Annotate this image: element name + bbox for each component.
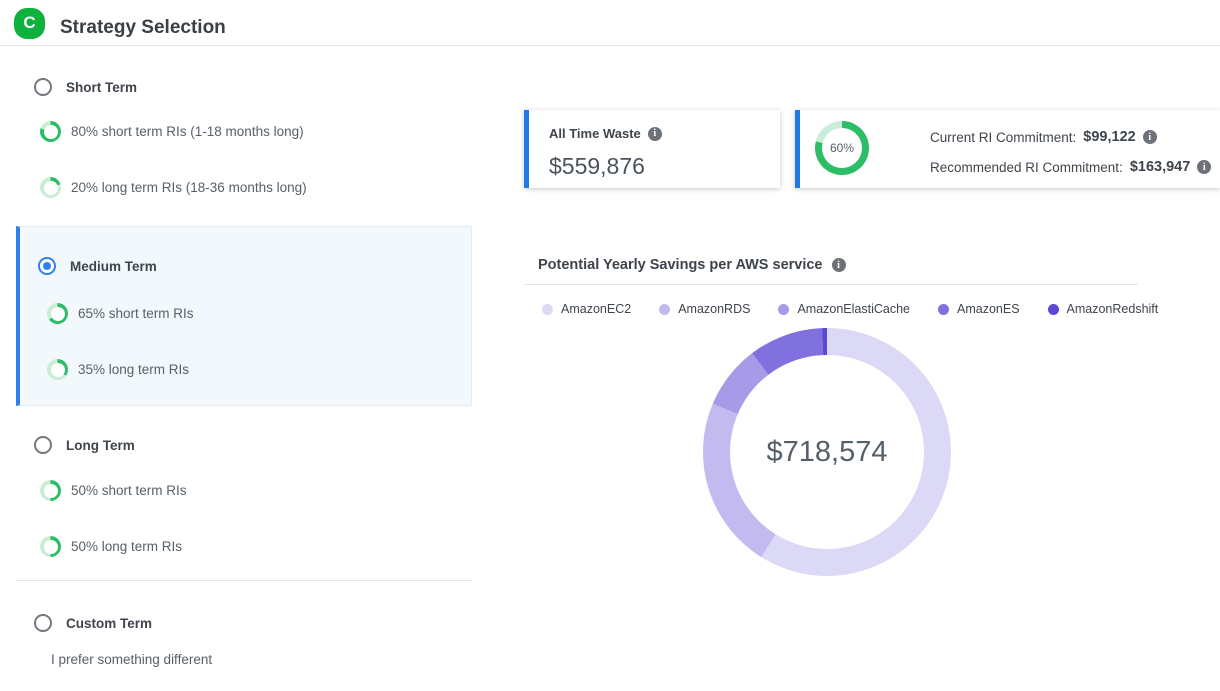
legend-item-amazones[interactable]: AmazonES xyxy=(938,302,1020,316)
info-icon[interactable]: i xyxy=(1143,130,1157,144)
legend-item-amazonelasticache[interactable]: AmazonElastiCache xyxy=(778,302,910,316)
chart-title: Potential Yearly Savings per AWS service xyxy=(538,257,823,273)
legend-dot xyxy=(1048,304,1059,315)
strategy-long-term[interactable]: Long Term xyxy=(34,436,135,454)
legend-label: AmazonRedshift xyxy=(1067,302,1159,316)
option-medium-term-1: 65% short term RIs xyxy=(47,303,194,324)
current-ri-commitment-label: Current RI Commitment: xyxy=(930,130,1076,145)
progress-ring-65 xyxy=(47,303,68,324)
strategy-medium-term[interactable]: Medium Term xyxy=(38,257,157,275)
option-medium-term-2: 35% long term RIs xyxy=(47,359,189,380)
recommended-ri-commitment-value: $163,947 xyxy=(1130,159,1190,175)
page-title: Strategy Selection xyxy=(60,17,226,39)
ri-commitment-card: 60% Current RI Commitment: $99,122 i Rec… xyxy=(795,110,1220,188)
strategy-medium-term-panel[interactable]: Medium Term 65% short term RIs 35% long … xyxy=(16,226,472,406)
current-ri-commitment-value: $99,122 xyxy=(1083,129,1135,145)
progress-ring-35 xyxy=(47,359,68,380)
progress-ring-80 xyxy=(40,121,61,142)
strategy-short-term[interactable]: Short Term xyxy=(34,78,137,96)
progress-ring-20 xyxy=(40,177,61,198)
option-text: 65% short term RIs xyxy=(78,306,194,321)
commitment-gauge-label: 60% xyxy=(815,121,869,175)
chart-legend: AmazonEC2 AmazonRDS AmazonElastiCache Am… xyxy=(542,302,1158,316)
option-text: 50% long term RIs xyxy=(71,539,182,554)
strategy-label-long-term: Long Term xyxy=(66,438,135,453)
option-text: 50% short term RIs xyxy=(71,483,187,498)
current-ri-commitment-row: Current RI Commitment: $99,122 i xyxy=(930,129,1157,145)
all-time-waste-value: $559,876 xyxy=(549,153,645,180)
recommended-ri-commitment-row: Recommended RI Commitment: $163,947 i xyxy=(930,159,1211,175)
option-text: 20% long term RIs (18-36 months long) xyxy=(71,180,307,195)
strategy-label-custom-term: Custom Term xyxy=(66,616,152,631)
legend-dot xyxy=(659,304,670,315)
progress-ring-50b xyxy=(40,536,61,557)
legend-label: AmazonEC2 xyxy=(561,302,631,316)
strategy-label-medium-term: Medium Term xyxy=(70,259,157,274)
legend-item-amazonrds[interactable]: AmazonRDS xyxy=(659,302,750,316)
savings-total-value: $718,574 xyxy=(703,328,951,576)
legend-item-amazonredshift[interactable]: AmazonRedshift xyxy=(1048,302,1159,316)
legend-dot xyxy=(938,304,949,315)
strategy-label-short-term: Short Term xyxy=(66,80,137,95)
recommended-ri-commitment-label: Recommended RI Commitment: xyxy=(930,160,1123,175)
custom-term-description: I prefer something different xyxy=(51,652,212,667)
radio-medium-term[interactable] xyxy=(38,257,56,275)
progress-ring-50 xyxy=(40,480,61,501)
page-header: C Strategy Selection xyxy=(0,0,1220,46)
all-time-waste-label: All Time Waste xyxy=(549,126,641,141)
legend-label: AmazonElastiCache xyxy=(797,302,910,316)
info-icon[interactable]: i xyxy=(1197,160,1211,174)
option-text: 80% short term RIs (1-18 months long) xyxy=(71,124,304,139)
option-long-term-1: 50% short term RIs xyxy=(40,480,187,501)
info-icon[interactable]: i xyxy=(648,127,662,141)
radio-long-term[interactable] xyxy=(34,436,52,454)
all-time-waste-label-row: All Time Waste i xyxy=(549,126,662,141)
legend-label: AmazonES xyxy=(957,302,1020,316)
option-text: 35% long term RIs xyxy=(78,362,189,377)
divider xyxy=(16,580,472,581)
logo-letter: C xyxy=(23,14,35,31)
strategy-custom-term[interactable]: Custom Term xyxy=(34,614,152,632)
all-time-waste-card: All Time Waste i $559,876 xyxy=(524,110,780,188)
radio-custom-term[interactable] xyxy=(34,614,52,632)
strategy-selection-page: C Strategy Selection Short Term 80% shor… xyxy=(0,0,1220,691)
legend-label: AmazonRDS xyxy=(678,302,750,316)
option-short-term-2: 20% long term RIs (18-36 months long) xyxy=(40,177,307,198)
radio-short-term[interactable] xyxy=(34,78,52,96)
cloudcheckr-logo-icon: C xyxy=(14,8,45,39)
legend-item-amazonec2[interactable]: AmazonEC2 xyxy=(542,302,631,316)
legend-dot xyxy=(542,304,553,315)
divider xyxy=(524,284,1138,285)
option-long-term-2: 50% long term RIs xyxy=(40,536,182,557)
legend-dot xyxy=(778,304,789,315)
chart-title-row: Potential Yearly Savings per AWS service… xyxy=(538,257,846,273)
option-short-term-1: 80% short term RIs (1-18 months long) xyxy=(40,121,304,142)
info-icon[interactable]: i xyxy=(832,258,846,272)
